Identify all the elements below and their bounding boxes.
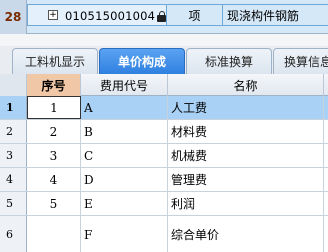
table-row[interactable]: 2 2 B 材料费 — [0, 120, 328, 144]
price-composition-grid: 序号 费用代号 名称 1 1 A 人工费 2 2 B 材料费 3 3 C 机械费… — [0, 74, 328, 252]
name-cell[interactable]: 综合单价 — [168, 216, 324, 252]
code-cell[interactable]: D — [81, 168, 168, 191]
header-code[interactable]: 费用代号 — [81, 74, 168, 96]
code-cell[interactable]: F — [81, 216, 168, 252]
header-more[interactable] — [324, 74, 328, 96]
item-code: 010515001004 — [65, 9, 156, 23]
name-cell[interactable]: 机械费 — [168, 144, 324, 167]
row-index: 3 — [0, 144, 27, 167]
name-cell[interactable]: 人工费 — [168, 96, 324, 119]
seq-cell[interactable]: 4 — [27, 168, 81, 191]
name-cell[interactable]: 管理费 — [168, 168, 324, 191]
selected-item-row[interactable]: 28 + 010515001004 项 现浇构件钢筋 — [0, 0, 328, 34]
item-code-cell[interactable]: + 010515001004 — [27, 4, 167, 26]
row-index: 4 — [0, 168, 27, 191]
expand-icon[interactable]: + — [48, 10, 58, 20]
row-index: 28 — [0, 0, 27, 34]
header-name[interactable]: 名称 — [168, 74, 324, 96]
code-cell[interactable]: C — [81, 144, 168, 167]
tab-conversion-info[interactable]: 换算信息 — [273, 48, 328, 74]
tab-standard-conversion[interactable]: 标准换算 — [186, 48, 272, 74]
row-index: 1 — [0, 96, 27, 119]
table-row[interactable]: 5 5 E 利润 — [0, 192, 328, 216]
seq-cell[interactable]: 1 — [27, 96, 81, 119]
table-row[interactable]: 6 F 综合单价 — [0, 216, 328, 252]
table-row[interactable]: 4 4 D 管理费 — [0, 168, 328, 192]
table-row[interactable]: 1 1 A 人工费 — [0, 96, 328, 120]
lock-icon — [157, 11, 166, 22]
code-cell[interactable]: A — [81, 96, 168, 119]
header-corner[interactable] — [0, 74, 27, 96]
row-index: 5 — [0, 192, 27, 215]
seq-cell[interactable] — [27, 216, 81, 252]
item-unit[interactable]: 项 — [167, 4, 222, 26]
name-cell[interactable]: 材料费 — [168, 120, 324, 143]
grid-header: 序号 费用代号 名称 — [0, 74, 328, 96]
code-cell[interactable]: E — [81, 192, 168, 215]
tab-strip: 工料机显示 单价构成 标准换算 换算信息 — [0, 34, 328, 74]
header-seq[interactable]: 序号 — [27, 74, 81, 96]
seq-cell[interactable]: 2 — [27, 120, 81, 143]
code-cell[interactable]: B — [81, 120, 168, 143]
item-name[interactable]: 现浇构件钢筋 — [222, 4, 328, 26]
seq-cell[interactable]: 5 — [27, 192, 81, 215]
table-row[interactable]: 3 3 C 机械费 — [0, 144, 328, 168]
tab-material-display[interactable]: 工料机显示 — [12, 48, 98, 74]
row-index: 6 — [0, 216, 27, 252]
name-cell[interactable]: 利润 — [168, 192, 324, 215]
row-index: 2 — [0, 120, 27, 143]
seq-cell[interactable]: 3 — [27, 144, 81, 167]
tab-unit-price-composition[interactable]: 单价构成 — [99, 48, 185, 74]
